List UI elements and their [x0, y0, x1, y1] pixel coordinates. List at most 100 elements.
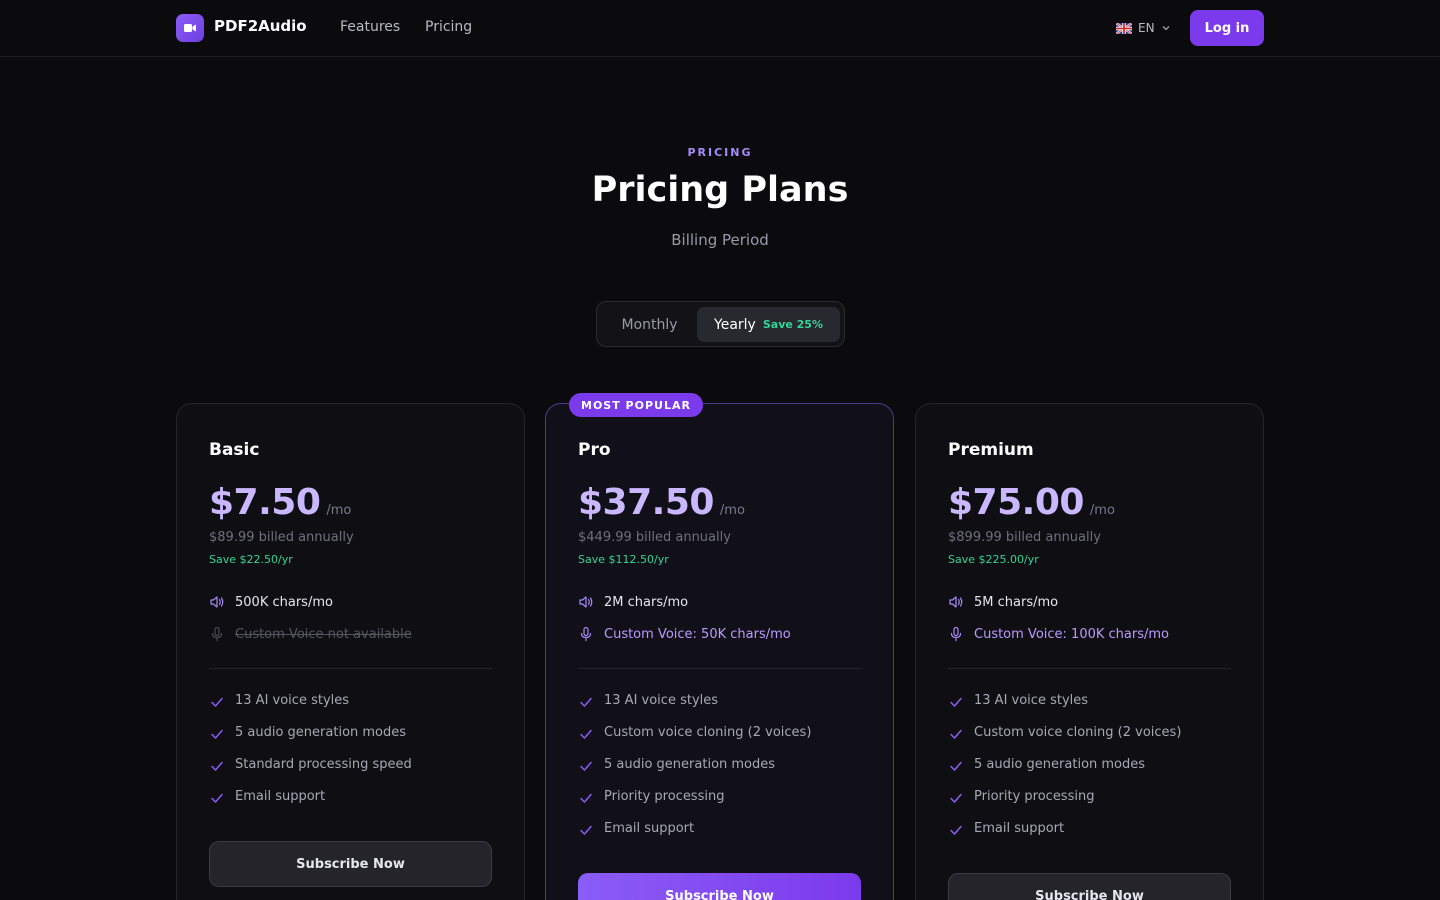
plan-card-basic: Basic $7.50 /mo $89.99 billed annually S… — [176, 403, 525, 900]
feature-item: 5 audio generation modes — [578, 757, 868, 789]
language-selector[interactable]: EN — [1116, 19, 1171, 37]
price-row: $75.00 /mo — [948, 482, 1115, 523]
nav-link-pricing[interactable]: Pricing — [425, 19, 472, 35]
feature-item: 5 audio generation modes — [209, 725, 499, 757]
check-icon — [580, 729, 592, 739]
price-row: $7.50 /mo — [209, 482, 351, 523]
page: PDF2Audio Features Pricing EN Log in PRI… — [0, 0, 1440, 900]
check-icon — [580, 697, 592, 707]
chars-quota: 2M chars/mo — [578, 592, 688, 612]
custom-voice-label: Custom Voice not available — [235, 626, 412, 642]
annual-savings: Save $225.00/yr — [948, 553, 1039, 566]
uk-flag-icon — [1116, 22, 1132, 34]
check-icon — [580, 793, 592, 803]
feature-item: 5 audio generation modes — [948, 757, 1238, 789]
feature-label: 13 AI voice styles — [974, 693, 1089, 708]
nav-link-features[interactable]: Features — [340, 19, 400, 35]
check-icon — [580, 825, 592, 835]
language-code: EN — [1138, 21, 1155, 35]
feature-list: 13 AI voice styles 5 audio generation mo… — [209, 693, 499, 821]
plan-price: $7.50 — [209, 482, 321, 523]
feature-item: Priority processing — [578, 789, 868, 821]
divider — [948, 668, 1231, 669]
billing-period-toggle: Monthly Yearly Save 25% — [596, 301, 845, 347]
check-icon — [950, 729, 962, 739]
price-period: /mo — [1089, 503, 1115, 518]
subscribe-button-premium[interactable]: Subscribe Now — [948, 873, 1231, 900]
plan-card-premium: Premium $75.00 /mo $899.99 billed annual… — [915, 403, 1264, 900]
chevron-down-icon — [1162, 26, 1170, 31]
toggle-monthly[interactable]: Monthly — [602, 307, 697, 342]
price-period: /mo — [326, 503, 352, 518]
chars-quota-label: 5M chars/mo — [974, 594, 1059, 610]
plan-name: Premium — [948, 440, 1034, 460]
plan-name: Pro — [578, 440, 611, 460]
feature-label: 5 audio generation modes — [604, 757, 776, 772]
feature-label: Email support — [235, 789, 326, 804]
price-row: $37.50 /mo — [578, 482, 745, 523]
feature-label: Standard processing speed — [235, 757, 412, 772]
feature-label: Custom voice cloning (2 voices) — [974, 725, 1182, 740]
annual-savings: Save $22.50/yr — [209, 553, 293, 566]
feature-item: 13 AI voice styles — [578, 693, 868, 725]
top-nav: PDF2Audio Features Pricing EN Log in — [0, 0, 1440, 57]
custom-voice-quota: Custom Voice not available — [209, 624, 412, 644]
logo-icon[interactable] — [176, 14, 204, 42]
subscribe-button-pro[interactable]: Subscribe Now — [578, 873, 861, 900]
feature-item: Email support — [948, 821, 1238, 853]
feature-label: Email support — [974, 821, 1065, 836]
feature-item: Priority processing — [948, 789, 1238, 821]
feature-item: 13 AI voice styles — [209, 693, 499, 725]
price-period: /mo — [719, 503, 745, 518]
plan-card-pro: MOST POPULAR Pro $37.50 /mo $449.99 bill… — [545, 393, 894, 900]
microphone-icon — [211, 626, 223, 642]
feature-item: Email support — [209, 789, 499, 821]
speaker-icon — [579, 596, 593, 608]
feature-label: Email support — [604, 821, 695, 836]
check-icon — [950, 697, 962, 707]
custom-voice-quota: Custom Voice: 100K chars/mo — [948, 624, 1169, 644]
divider — [578, 668, 861, 669]
section-eyebrow: PRICING — [687, 146, 753, 159]
plan-name: Basic — [209, 440, 260, 460]
microphone-icon — [580, 626, 592, 642]
check-icon — [211, 793, 223, 803]
speaker-icon — [949, 596, 963, 608]
feature-item: Custom voice cloning (2 voices) — [578, 725, 868, 757]
billed-annually: $449.99 billed annually — [578, 530, 731, 545]
check-icon — [211, 697, 223, 707]
feature-item: Custom voice cloning (2 voices) — [948, 725, 1238, 757]
custom-voice-label: Custom Voice: 50K chars/mo — [604, 626, 791, 642]
yearly-save-badge: Save 25% — [762, 318, 823, 331]
page-subtitle: Billing Period — [671, 231, 769, 249]
custom-voice-label: Custom Voice: 100K chars/mo — [974, 626, 1169, 642]
check-icon — [211, 761, 223, 771]
feature-label: 13 AI voice styles — [604, 693, 719, 708]
chars-quota: 5M chars/mo — [948, 592, 1058, 612]
check-icon — [950, 793, 962, 803]
feature-label: Priority processing — [974, 789, 1095, 804]
brand-name[interactable]: PDF2Audio — [214, 17, 307, 35]
plan-price: $37.50 — [578, 482, 714, 523]
speaker-icon — [210, 596, 224, 608]
annual-savings: Save $112.50/yr — [578, 553, 669, 566]
check-icon — [950, 825, 962, 835]
toggle-yearly[interactable]: Yearly Save 25% — [697, 307, 840, 342]
feature-item: 13 AI voice styles — [948, 693, 1238, 725]
feature-list: 13 AI voice styles Custom voice cloning … — [578, 693, 868, 853]
custom-voice-quota: Custom Voice: 50K chars/mo — [578, 624, 791, 644]
login-button[interactable]: Log in — [1190, 10, 1264, 46]
subscribe-button-basic[interactable]: Subscribe Now — [209, 841, 492, 887]
feature-label: 5 audio generation modes — [235, 725, 407, 740]
feature-list: 13 AI voice styles Custom voice cloning … — [948, 693, 1238, 853]
chars-quota-label: 2M chars/mo — [604, 594, 689, 610]
feature-item: Standard processing speed — [209, 757, 499, 789]
microphone-icon — [950, 626, 962, 642]
chars-quota: 500K chars/mo — [209, 592, 333, 612]
check-icon — [211, 729, 223, 739]
toggle-yearly-label: Yearly — [714, 316, 756, 333]
page-title: Pricing Plans — [591, 170, 849, 210]
divider — [209, 668, 492, 669]
check-icon — [580, 761, 592, 771]
feature-item: Email support — [578, 821, 868, 853]
